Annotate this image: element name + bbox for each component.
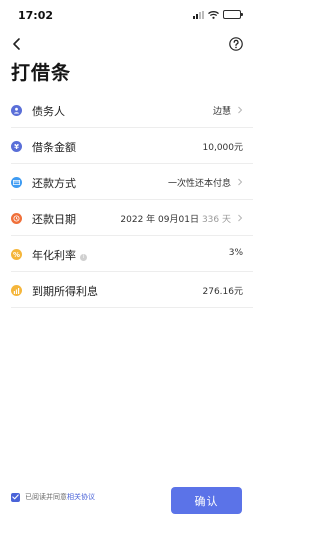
row-label: 到期所得利息 — [32, 285, 98, 298]
chevron-right-icon — [238, 214, 243, 222]
row-repayment-method[interactable]: 还款方式 一次性还本付息 — [11, 164, 253, 200]
row-label: 借条金额 — [32, 141, 76, 154]
confirm-button[interactable]: 确认 — [171, 487, 242, 514]
amount-value: 10,000元 — [202, 143, 244, 153]
repayment-date-value: 2022 年 09月01日 336 天 — [120, 212, 231, 225]
row-annual-rate[interactable]: % 年化利率 i 3% — [11, 236, 253, 272]
row-label: 债务人 — [32, 105, 65, 118]
battery-icon — [223, 10, 243, 19]
row-repayment-date[interactable]: 还款日期 2022 年 09月01日 336 天 — [11, 200, 253, 236]
row-label: 还款方式 — [32, 177, 76, 190]
chevron-right-icon — [238, 106, 243, 114]
repayment-method-value: 一次性还本付息 — [167, 179, 231, 189]
row-interest: 到期所得利息 276.16元 — [11, 272, 253, 308]
page-title: 打借条 — [11, 62, 72, 84]
row-amount[interactable]: ¥ 借条金额 10,000元 — [11, 128, 253, 164]
help-icon[interactable] — [228, 36, 244, 52]
chevron-right-icon — [238, 178, 243, 186]
days-remaining: 336 天 — [201, 215, 231, 225]
agreement[interactable]: 已阅读并同意 相关协议 — [11, 492, 95, 502]
loan-form-list: 债务人 边慧 ¥ 借条金额 10,000元 还款方式 一次性还本付息 还款日期 … — [0, 92, 253, 308]
agree-text: 已阅读并同意 — [25, 493, 67, 501]
clock-icon — [11, 213, 22, 224]
yen-icon: ¥ — [11, 141, 22, 152]
percent-icon: % — [11, 249, 22, 260]
date-text: 2022 年 09月01日 — [120, 215, 199, 225]
signal-icon — [193, 10, 204, 19]
status-bar: 17:02 — [0, 0, 253, 30]
bar-chart-icon — [11, 285, 22, 296]
row-label: 还款日期 — [32, 213, 76, 226]
card-icon — [11, 177, 22, 188]
status-time: 17:02 — [18, 9, 54, 22]
person-icon — [11, 105, 22, 116]
info-icon[interactable]: i — [80, 254, 87, 261]
annual-rate-value: 3% — [228, 248, 243, 258]
status-icons — [193, 10, 243, 19]
row-label: 年化利率 i — [32, 247, 87, 263]
back-chevron-icon[interactable] — [9, 36, 25, 52]
interest-value: 276.16元 — [202, 287, 244, 297]
wifi-icon — [208, 10, 219, 19]
agree-checkbox[interactable] — [11, 492, 20, 502]
debtor-value: 边慧 — [212, 107, 231, 117]
row-debtor[interactable]: 债务人 边慧 — [11, 92, 253, 128]
agreement-link[interactable]: 相关协议 — [67, 492, 95, 502]
